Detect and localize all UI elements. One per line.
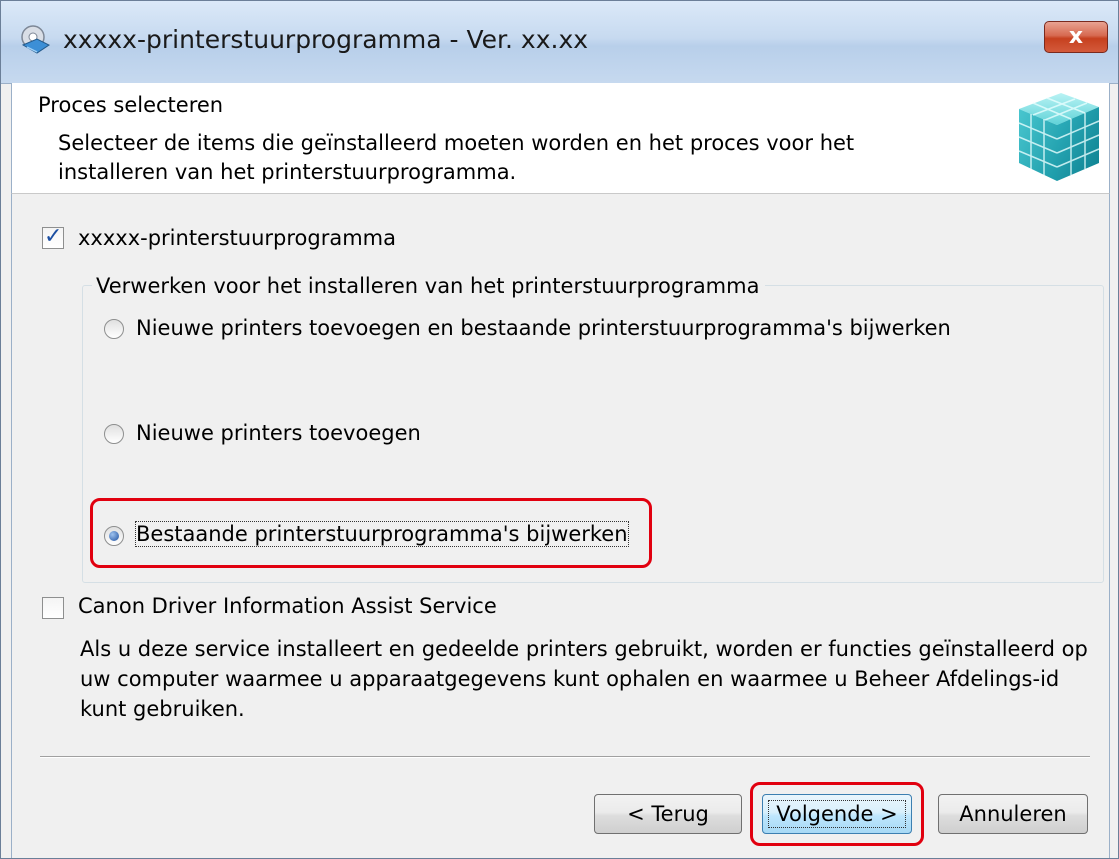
window-title: xxxxx-printerstuurprogramma - Ver. xx.xx xyxy=(63,25,589,54)
assist-service-description: Als u deze service installeert en gedeel… xyxy=(80,637,1088,721)
highlight-frame-next-button xyxy=(750,782,924,846)
content-panel: ✓ xxxxx-printerstuurprogramma Verwerken … xyxy=(11,194,1110,858)
page-description: Selecteer de items die geïnstalleerd moe… xyxy=(58,131,855,184)
checkmark-icon: ✓ xyxy=(44,224,63,249)
assist-service-checkbox[interactable] xyxy=(42,597,64,619)
installer-window: xxxxx-printerstuurprogramma - Ver. xx.xx… xyxy=(0,0,1119,859)
close-button[interactable]: x xyxy=(1044,21,1108,53)
header-panel: Proces selecteren Selecteer de items die… xyxy=(11,83,1110,194)
installer-cube-icon xyxy=(1018,93,1100,181)
driver-checkbox[interactable]: ✓ xyxy=(42,224,64,249)
footer-separator xyxy=(40,756,1090,758)
title-bar[interactable]: xxxxx-printerstuurprogramma - Ver. xx.xx… xyxy=(1,1,1118,84)
install-process-group-title: Verwerken voor het installeren van het p… xyxy=(92,274,766,298)
page-title: Proces selecteren xyxy=(38,93,224,117)
cancel-button[interactable]: Annuleren xyxy=(938,794,1088,834)
radio-add-printers-label[interactable]: Nieuwe printers toevoegen xyxy=(136,421,421,445)
driver-checkbox-label[interactable]: xxxxx-printerstuurprogramma xyxy=(78,226,396,250)
back-button[interactable]: < Terug xyxy=(594,794,742,834)
installer-app-icon xyxy=(21,25,50,54)
radio-add-and-update-label[interactable]: Nieuwe printers toevoegen en bestaande p… xyxy=(136,316,951,340)
assist-service-label[interactable]: Canon Driver Information Assist Service xyxy=(78,594,497,618)
radio-add-and-update[interactable] xyxy=(104,319,124,339)
radio-add-printers[interactable] xyxy=(104,424,124,444)
highlight-frame-selected-option xyxy=(90,498,652,568)
